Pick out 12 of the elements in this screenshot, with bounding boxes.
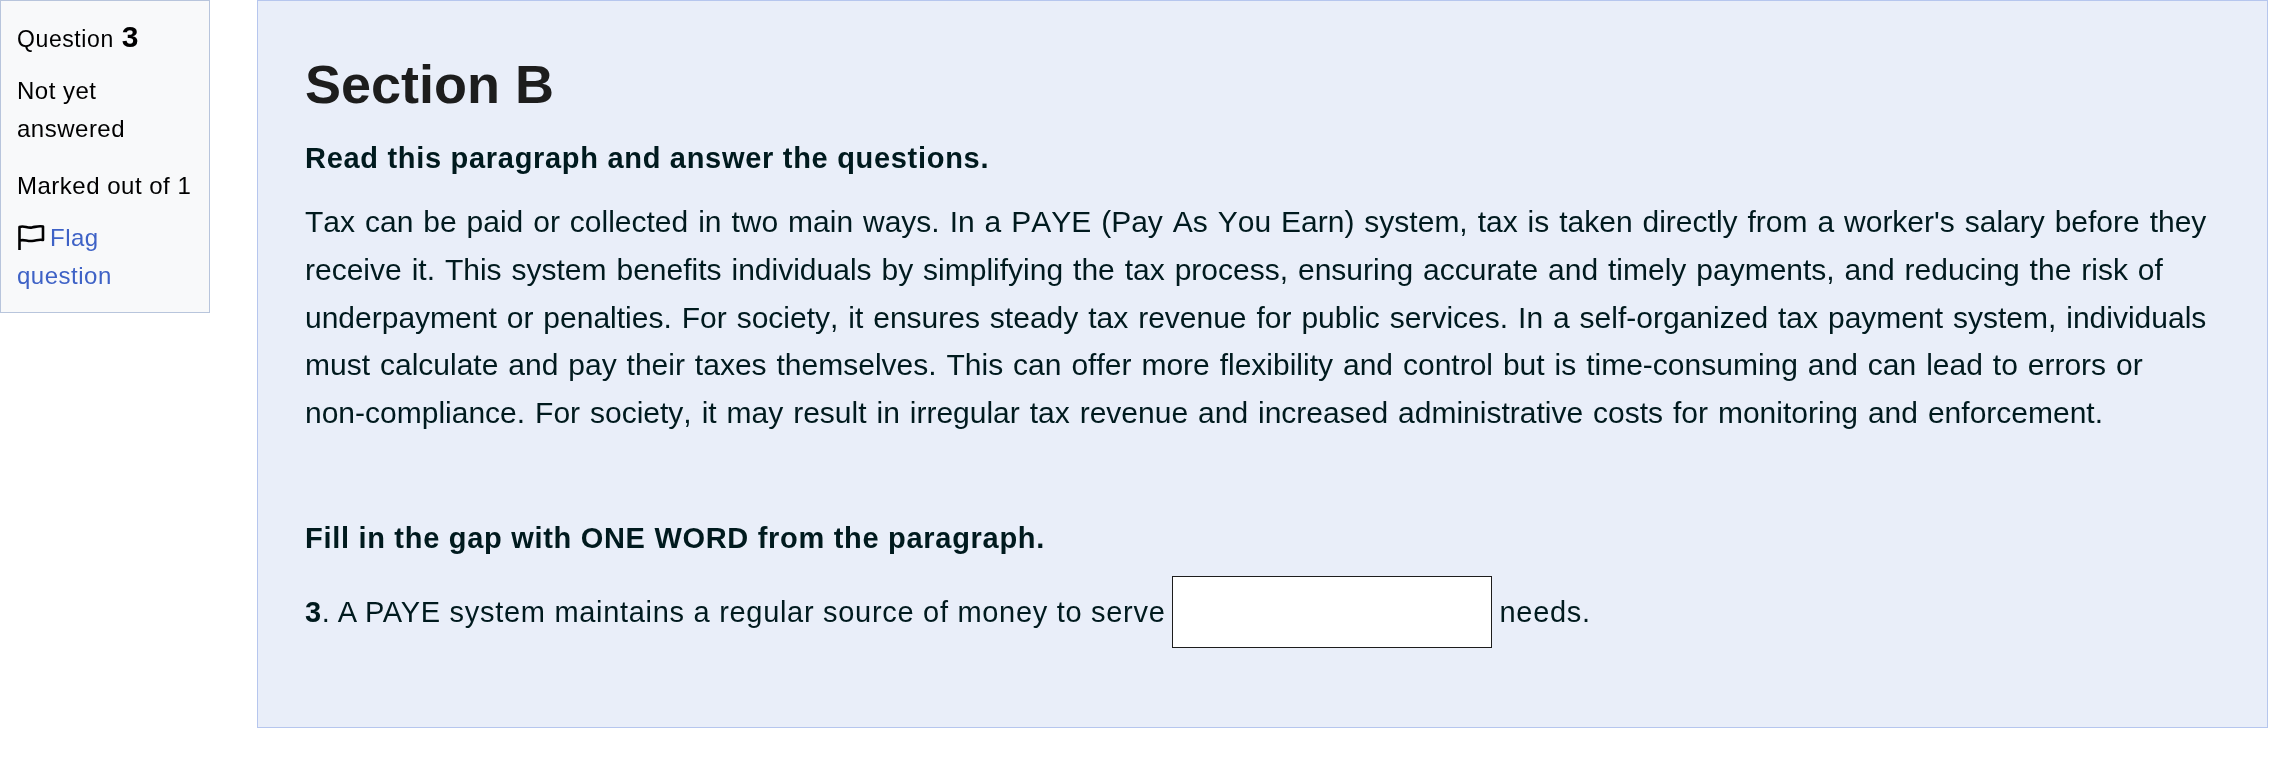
- flag-question-link[interactable]: Flag question: [17, 219, 177, 295]
- question-grade: Marked out of 1: [17, 171, 193, 201]
- answer-box[interactable]: [1172, 576, 1493, 648]
- question-state: Not yet answered: [17, 76, 127, 144]
- question-label: Question: [17, 25, 114, 54]
- section-heading: Section B: [305, 53, 556, 116]
- question-text: needs.: [1499, 595, 1591, 630]
- task-instruction: Fill in the gap with ONE WORD from the paragraph.: [305, 521, 1046, 556]
- reading-paragraph: Tax can be paid or collected in two main ways. In a PAYE (Pay As You Earn) system, tax is taken directly from a worker's salary before they receive it. This system benefits individuals by simplifying the tax process, ensuring accurate and timely payments, and reducing the risk of underpayment or penalties. For society, it ensures steady tax revenue for public services. In a self-organized tax payment system, individuals must calculate and pay their taxes themselves. This can offer more flexibility and control but is time-consuming and can lead to errors or non-compliance. For society, it may result in irregular tax revenue and increased administrative costs for monitoring and enforcement.: [305, 204, 2208, 432]
- question-number: 3: [121, 19, 140, 55]
- question-text: 3. A PAYE system maintains a regular source of money to serve: [305, 595, 1166, 630]
- instruction-text: Read this paragraph and answer the questions.: [305, 141, 991, 176]
